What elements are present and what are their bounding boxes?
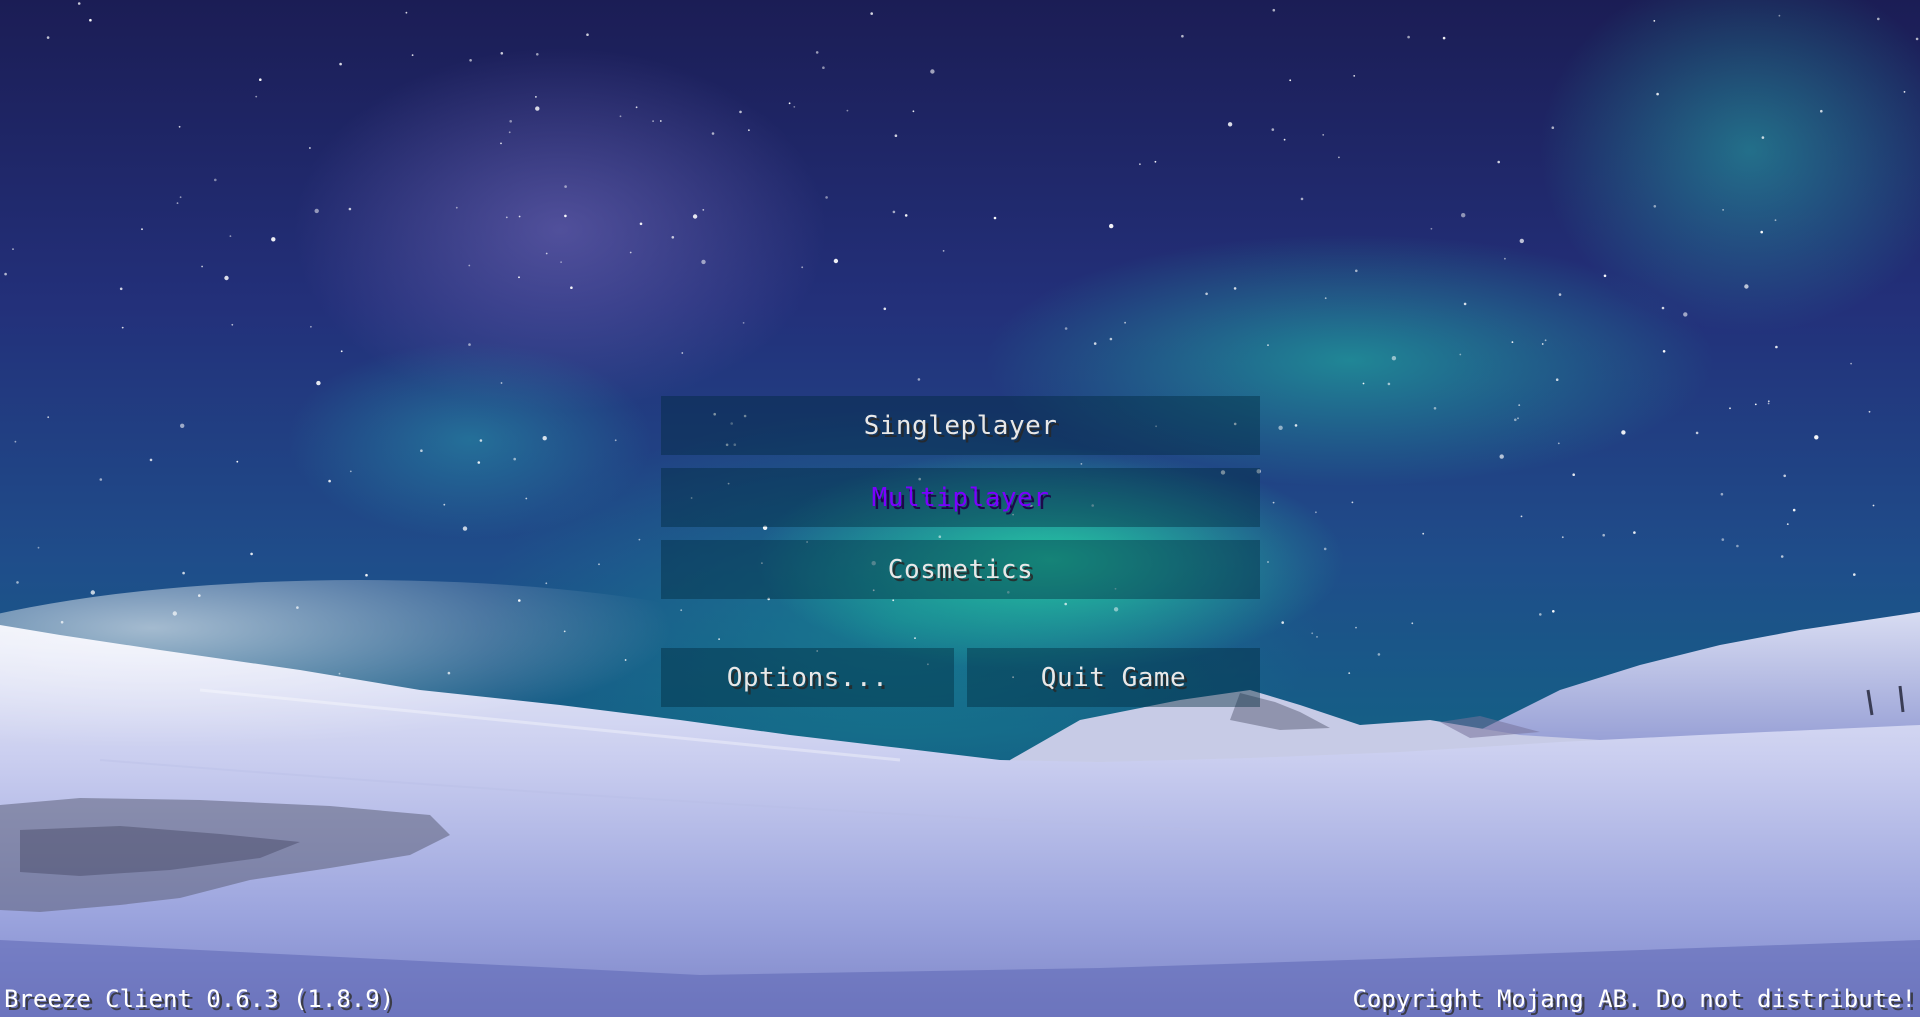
quit-game-button[interactable]: Quit Game (967, 648, 1260, 707)
multiplayer-label: Multiplayer (871, 482, 1050, 513)
copyright-text: Copyright Mojang AB. Do not distribute! (1352, 985, 1916, 1013)
options-button[interactable]: Options... (661, 648, 954, 707)
title-screen: Singleplayer Multiplayer Cosmetics Optio… (0, 0, 1920, 1017)
cosmetics-button[interactable]: Cosmetics (661, 540, 1260, 599)
singleplayer-label: Singleplayer (863, 410, 1058, 441)
singleplayer-button[interactable]: Singleplayer (661, 396, 1260, 455)
multiplayer-button[interactable]: Multiplayer (661, 468, 1260, 527)
quit-game-label: Quit Game (1040, 662, 1187, 693)
cosmetics-label: Cosmetics (887, 554, 1034, 585)
client-version-text: Breeze Client 0.6.3 (1.8.9) (4, 985, 395, 1013)
options-label: Options... (726, 662, 889, 693)
